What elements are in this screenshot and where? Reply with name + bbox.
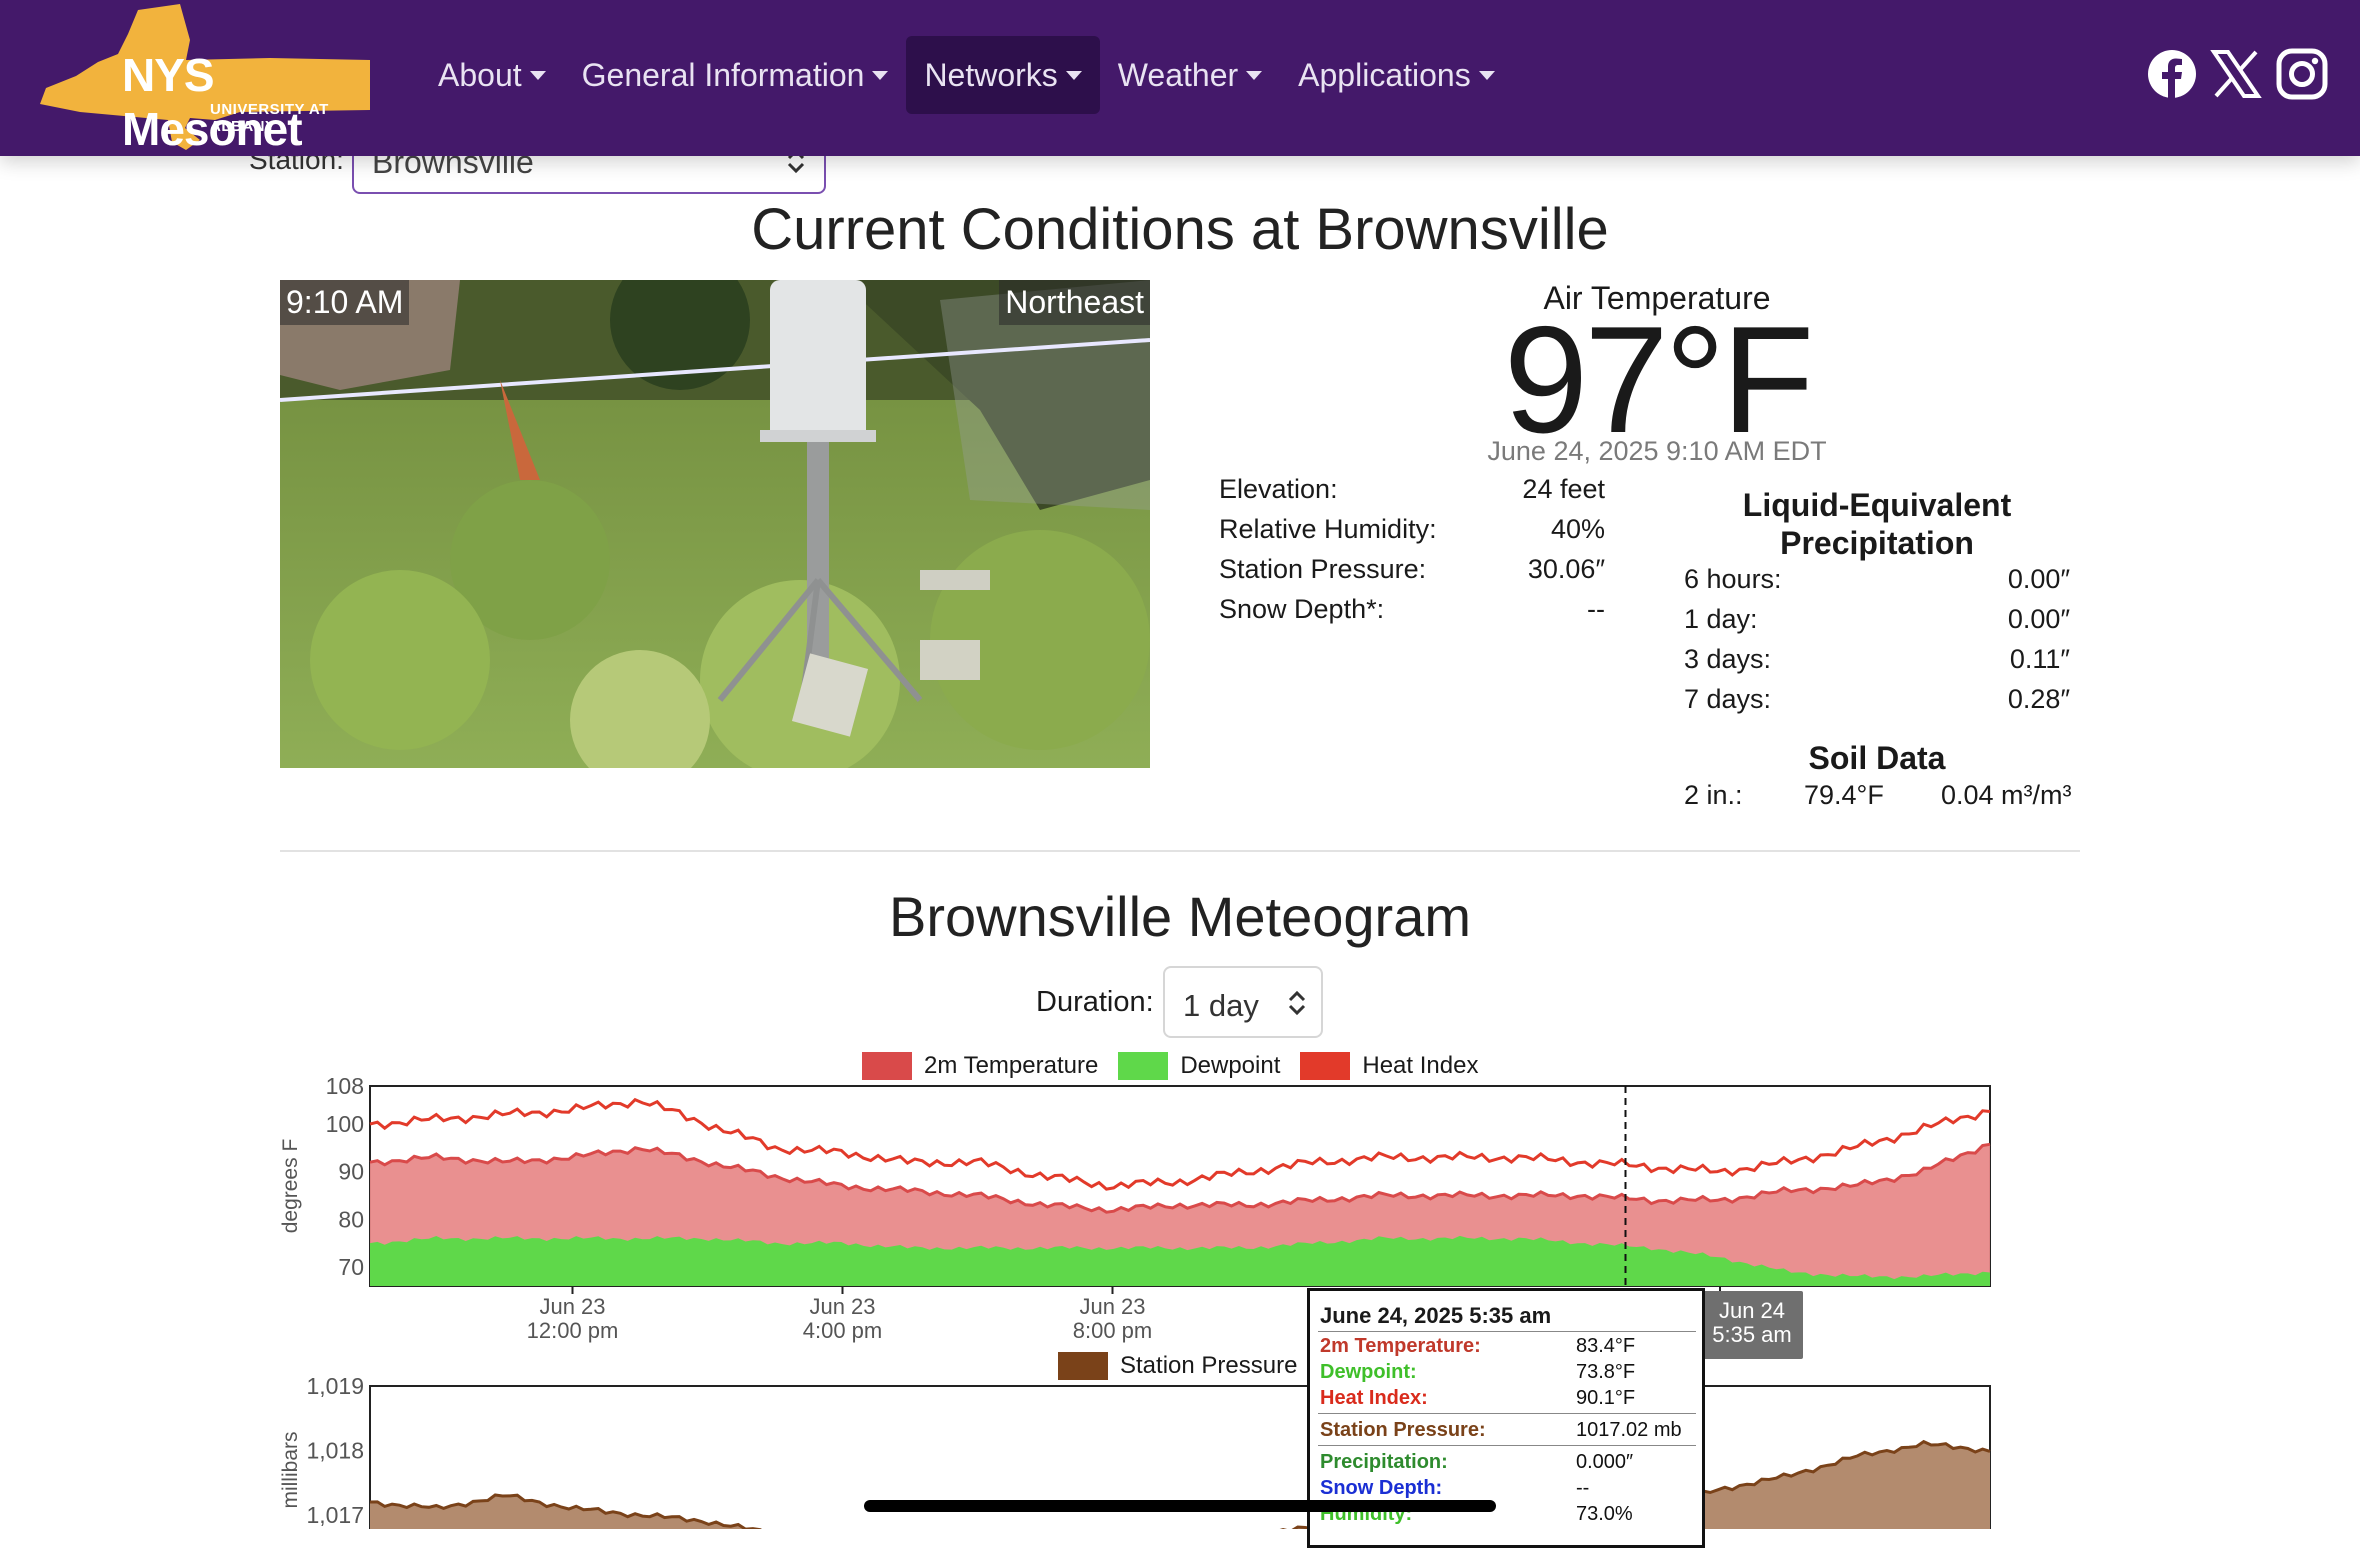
tooltip-key: Heat Index: (1320, 1387, 1428, 1409)
y-tick-label: 1,019 (306, 1373, 364, 1399)
tooltip-row-precipitation: Precipitation: 0.000″ (1320, 1451, 1694, 1475)
tooltip-value: 83.4°F (1576, 1335, 1636, 1357)
home-indicator (864, 1500, 1496, 1512)
y-tick-label: 80 (338, 1206, 364, 1232)
crosshair-time: 5:35 am (1712, 1322, 1792, 1347)
x-tick-label: 8:00 pm (1073, 1318, 1153, 1343)
nav-weather-label: Weather (1117, 56, 1239, 93)
y-tick-label: 90 (338, 1159, 364, 1185)
x-tick-label: Jun 23 (539, 1294, 605, 1319)
crosshair-time-label: Jun 24 5:35 am (1701, 1291, 1803, 1359)
caret-down-icon (1478, 70, 1495, 80)
tooltip-key: Station Pressure: (1320, 1419, 1486, 1441)
y-tick-label: 100 (326, 1111, 364, 1137)
tooltip-value: 0.000″ (1576, 1451, 1634, 1473)
tooltip-key: Precipitation: (1320, 1451, 1448, 1473)
tooltip-value: 73.8°F (1576, 1361, 1636, 1383)
nav-applications[interactable]: Applications (1280, 36, 1513, 114)
nav-about-label: About (438, 56, 522, 93)
y-axis-label: millibars (279, 1431, 302, 1508)
y-tick-label: 70 (338, 1254, 364, 1280)
tooltip-key: 2m Temperature: (1320, 1335, 1481, 1357)
y-axis-label: degrees F (279, 1139, 302, 1234)
nav-weather[interactable]: Weather (1100, 36, 1280, 114)
tooltip-divider (1318, 1445, 1696, 1446)
tooltip-value: 73.0% (1576, 1503, 1633, 1525)
tooltip-title: June 24, 2025 5:35 am (1320, 1303, 1552, 1328)
logo-subtitle: UNIVERSITY AT ALBANY (210, 101, 329, 135)
tooltip-value: -- (1576, 1477, 1590, 1499)
tooltip-row-temperature: 2m Temperature: 83.4°F (1320, 1335, 1694, 1359)
tooltip-row-pressure: Station Pressure: 1017.02 mb (1320, 1419, 1694, 1443)
tooltip-value: 1017.02 mb (1576, 1419, 1682, 1441)
facebook-icon[interactable] (2146, 48, 2198, 100)
x-tick-label: Jun 23 (1079, 1294, 1145, 1319)
tooltip-key: Snow Depth: (1320, 1477, 1443, 1499)
instagram-icon[interactable] (2276, 48, 2328, 100)
x-tick-label: 4:00 pm (803, 1318, 883, 1343)
y-tick-label: 1,017 (306, 1502, 364, 1528)
nav-general-information-label: General Information (581, 56, 865, 93)
tooltip-divider (1318, 1331, 1696, 1332)
nav-general-information[interactable]: General Information (564, 36, 907, 114)
y-tick-label: 108 (326, 1073, 364, 1099)
nav-about[interactable]: About (420, 36, 564, 114)
x-tick-label: Jun 23 (809, 1294, 875, 1319)
x-icon[interactable] (2210, 48, 2262, 100)
nav-applications-label: Applications (1298, 56, 1471, 93)
x-tick-label: 12:00 pm (527, 1318, 619, 1343)
caret-down-icon (1246, 70, 1263, 80)
tooltip-divider (1318, 1413, 1696, 1414)
main-menu: About General Information Networks Weath… (420, 36, 1513, 114)
nav-networks[interactable]: Networks (906, 36, 1100, 114)
meteogram-chart[interactable]: 108100908070degrees FJun 2312:00 pmJun 2… (0, 0, 2360, 1529)
nys-mesonet-logo[interactable]: NYS Mesonet UNIVERSITY AT ALBANY (40, 0, 385, 156)
tooltip-row-dewpoint: Dewpoint: 73.8°F (1320, 1361, 1694, 1385)
nav-networks-label: Networks (924, 56, 1058, 93)
tooltip-value: 90.1°F (1576, 1387, 1636, 1409)
tooltip-key: Dewpoint: (1320, 1361, 1417, 1383)
y-tick-label: 1,018 (306, 1437, 364, 1463)
crosshair-date: Jun 24 (1718, 1298, 1786, 1323)
caret-down-icon (529, 70, 546, 80)
caret-down-icon (872, 70, 889, 80)
tooltip-row-heat-index: Heat Index: 90.1°F (1320, 1387, 1694, 1411)
tooltip-row-snow-depth: Snow Depth: -- (1320, 1477, 1694, 1501)
top-navbar: NYS Mesonet UNIVERSITY AT ALBANY About G… (0, 0, 2360, 156)
caret-down-icon (1065, 70, 1082, 80)
